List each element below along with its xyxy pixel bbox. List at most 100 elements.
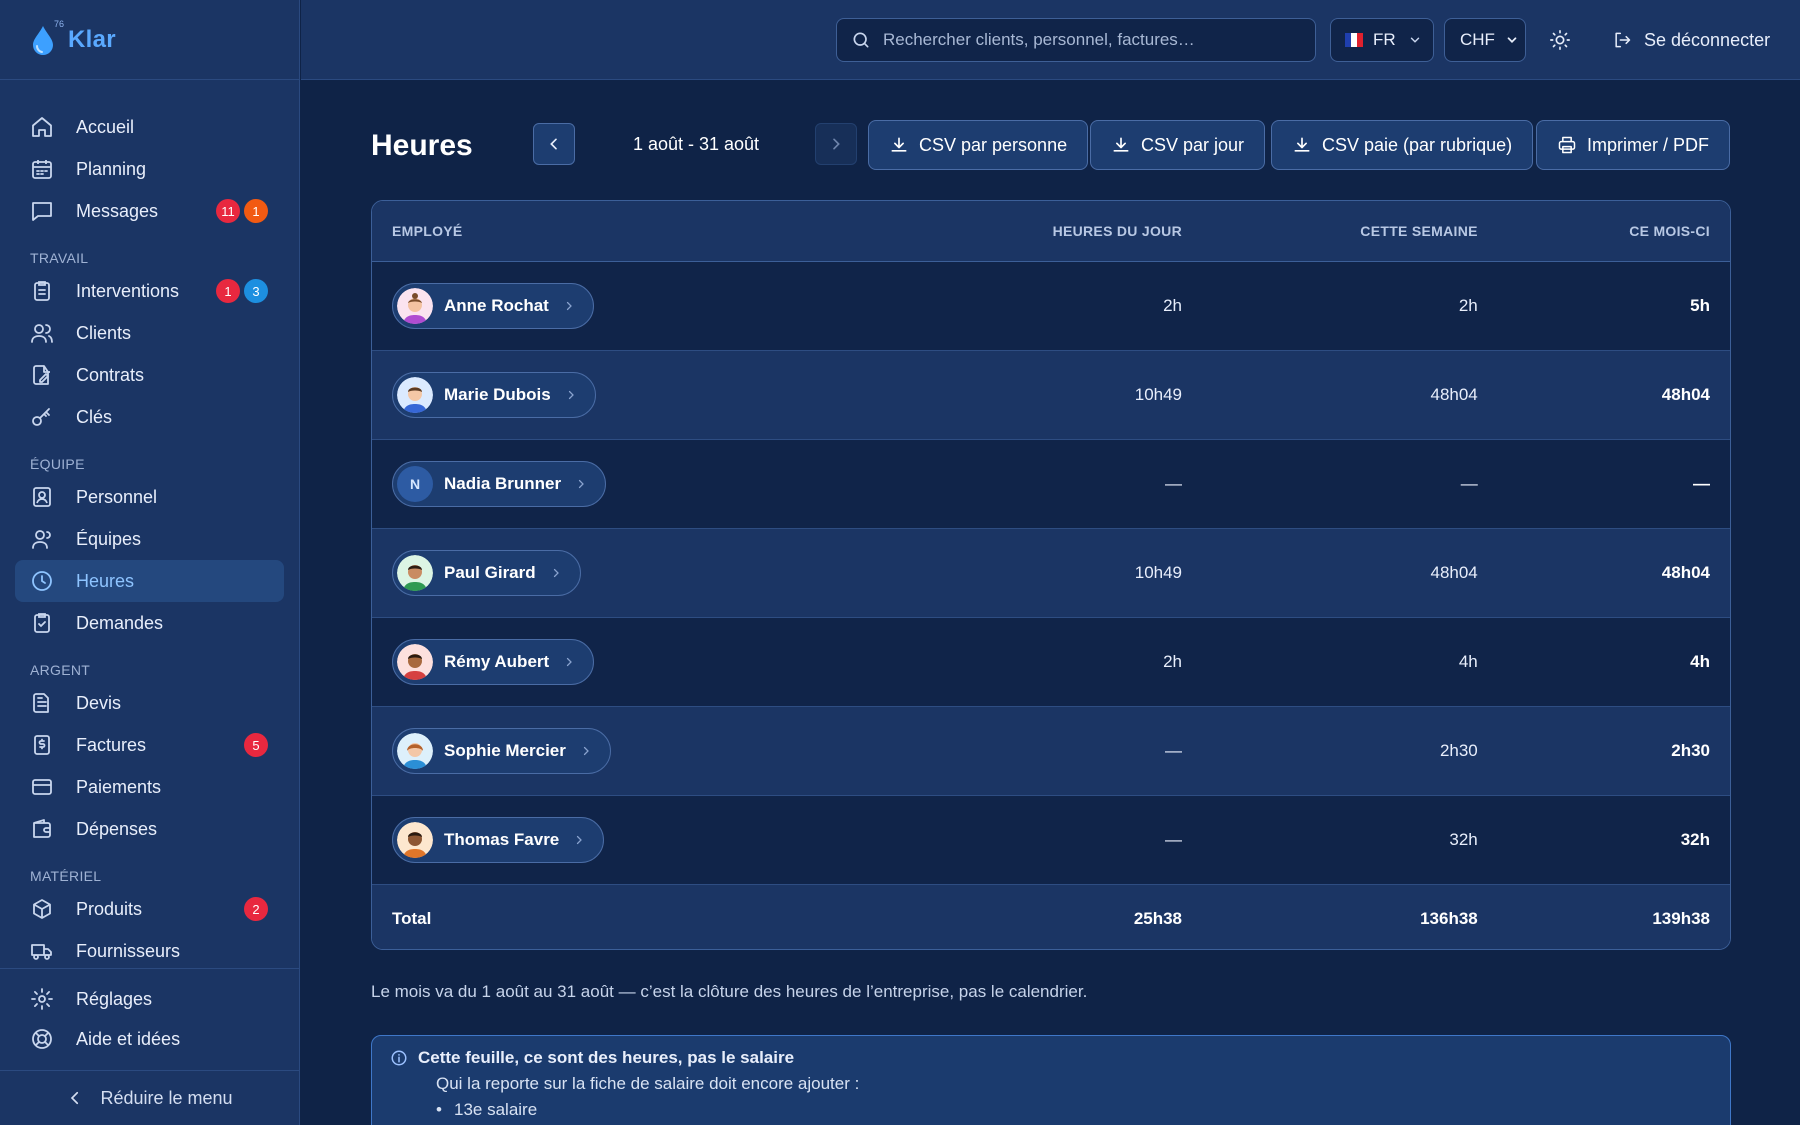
table-row: Marie Dubois 10h49 48h04 48h04 — [372, 351, 1730, 440]
collapse-menu-button[interactable]: Réduire le menu — [0, 1070, 299, 1125]
csv-payroll-button[interactable]: CSV paie (par rubrique) — [1271, 120, 1534, 170]
hours-week: 32h — [1449, 830, 1478, 849]
employee-link[interactable]: Thomas Favre — [392, 817, 605, 863]
sidebar-item-reglages[interactable]: Réglages — [15, 979, 284, 1019]
column-header-day[interactable]: HEURES DU JOUR — [930, 223, 1182, 239]
sidebar-item-clients[interactable]: Clients — [15, 312, 284, 354]
badge-group: 2 — [244, 897, 268, 921]
hours-month: 32h — [1680, 830, 1710, 849]
clipboard-list-icon — [34, 281, 50, 301]
clock-icon — [32, 571, 52, 591]
search-box[interactable] — [836, 18, 1316, 62]
print-pdf-button[interactable]: Imprimer / PDF — [1536, 120, 1731, 170]
calendar-icon — [32, 160, 52, 179]
currency-select[interactable]: CHF — [1444, 18, 1526, 62]
csv-payroll-label: CSV paie (par rubrique) — [1322, 134, 1513, 155]
period-note: Le mois va du 1 août au 31 août — c’est … — [371, 982, 1088, 1001]
hours-day: 2h — [1163, 652, 1183, 671]
language-select[interactable]: FR — [1330, 18, 1434, 62]
table-row: Anne Rochat 2h 2h 5h — [372, 262, 1730, 351]
column-header-month[interactable]: CE MOIS-CI — [1478, 223, 1730, 239]
employee-link[interactable]: N Nadia Brunner — [392, 461, 607, 507]
sidebar-item-depenses[interactable]: Dépenses — [15, 808, 284, 850]
sidebar-item-planning[interactable]: Planning — [15, 148, 284, 190]
sidebar-item-paiements[interactable]: Paiements — [15, 766, 284, 808]
employee-cell: Paul Girard — [372, 550, 930, 596]
water-drop-logo-icon: 76 — [28, 19, 64, 57]
sidebar-item-demandes[interactable]: Demandes — [15, 602, 284, 644]
topbar: FR CHF Se déconnecter — [301, 0, 1800, 80]
avatar — [397, 822, 433, 858]
sidebar: 76 Klar Accueil Planning Messages 11 1 T… — [0, 0, 300, 1125]
sidebar-item-label: Réglages — [76, 988, 153, 1009]
sidebar-item-label: Dépenses — [76, 818, 158, 839]
hours-day: — — [1165, 474, 1183, 493]
download-icon — [1294, 137, 1310, 152]
total-month: 139h38 — [1652, 908, 1710, 928]
total-label: Total — [392, 908, 432, 928]
table-row: Rémy Aubert 2h 4h 4h — [372, 618, 1730, 707]
sidebar-item-devis[interactable]: Devis — [15, 682, 284, 724]
search-icon — [853, 32, 869, 48]
csv-per-person-button[interactable]: CSV par personne — [868, 120, 1089, 170]
download-icon — [891, 137, 907, 152]
column-header-week[interactable]: CETTE SEMAINE — [1182, 223, 1478, 239]
sidebar-item-fournisseurs[interactable]: Fournisseurs — [15, 930, 284, 972]
sidebar-item-personnel[interactable]: Personnel — [15, 476, 284, 518]
csv-per-person-label: CSV par personne — [919, 134, 1068, 155]
hours-week: 4h — [1458, 652, 1478, 671]
truck-icon — [31, 944, 52, 960]
employee-link[interactable]: Paul Girard — [392, 550, 581, 596]
employee-cell: Sophie Mercier — [372, 728, 930, 774]
csv-per-day-button[interactable]: CSV par jour — [1090, 120, 1266, 170]
hours-week: 2h30 — [1439, 741, 1478, 760]
french-flag-icon — [1345, 33, 1363, 47]
brand[interactable]: 76 Klar — [0, 0, 299, 80]
collapse-menu-label: Réduire le menu — [100, 1087, 233, 1108]
hours-day: 2h — [1163, 296, 1183, 315]
sidebar-item-heures[interactable]: Heures — [15, 560, 284, 602]
logout-button[interactable]: Se déconnecter — [1612, 18, 1770, 62]
sidebar-item-factures[interactable]: Factures 5 — [15, 724, 284, 766]
next-period-button[interactable] — [815, 123, 857, 165]
sidebar-item-label: Clients — [76, 322, 132, 343]
sidebar-item-accueil[interactable]: Accueil — [15, 106, 284, 148]
sidebar-item-produits[interactable]: Produits 2 — [15, 888, 284, 930]
sidebar-item-aide[interactable]: Aide et idées — [15, 1019, 284, 1059]
employee-link[interactable]: Rémy Aubert — [392, 639, 595, 685]
brand-name: Klar — [68, 25, 116, 53]
search-input[interactable] — [883, 30, 1303, 50]
sidebar-item-messages[interactable]: Messages 11 1 — [15, 190, 284, 232]
id-badge-icon — [33, 487, 51, 507]
sidebar-item-interventions[interactable]: Interventions 1 3 — [15, 270, 284, 312]
employee-link[interactable]: Sophie Mercier — [392, 728, 611, 774]
avatar — [397, 377, 433, 413]
logo-superscript: 76 — [53, 18, 64, 29]
section-equipe: ÉQUIPE — [30, 456, 85, 472]
employee-link[interactable]: Marie Dubois — [392, 372, 596, 418]
table-row: Thomas Favre — 32h 32h — [372, 796, 1730, 885]
hours-week: 48h04 — [1430, 385, 1478, 404]
sidebar-item-equipes[interactable]: Équipes — [15, 518, 284, 560]
list-item: 13e salaire — [436, 1100, 1712, 1120]
stock-badge: 2 — [244, 897, 268, 921]
total-week: 136h38 — [1420, 908, 1478, 928]
chevron-right-icon — [567, 657, 573, 667]
info-callout: Cette feuille, ce sont des heures, pas l… — [371, 1035, 1731, 1125]
column-header-employee[interactable]: EMPLOYÉ — [372, 223, 930, 239]
table-row: Sophie Mercier — 2h30 2h30 — [372, 707, 1730, 796]
currency-value: CHF — [1460, 30, 1495, 49]
sidebar-item-label: Devis — [76, 692, 122, 713]
users-icon — [31, 324, 53, 343]
avatar — [397, 288, 433, 324]
sidebar-item-contrats[interactable]: Contrats — [15, 354, 284, 396]
theme-toggle-button[interactable] — [1548, 18, 1572, 62]
previous-period-button[interactable] — [533, 123, 575, 165]
chevron-left-icon — [71, 1091, 79, 1105]
chevron-down-icon — [1410, 37, 1419, 43]
hours-month: 5h — [1690, 296, 1710, 315]
employee-link[interactable]: Anne Rochat — [392, 283, 594, 329]
sidebar-item-cles[interactable]: Clés — [15, 396, 284, 438]
invoice-dollar-icon — [34, 735, 50, 755]
printer-icon — [1558, 136, 1576, 154]
